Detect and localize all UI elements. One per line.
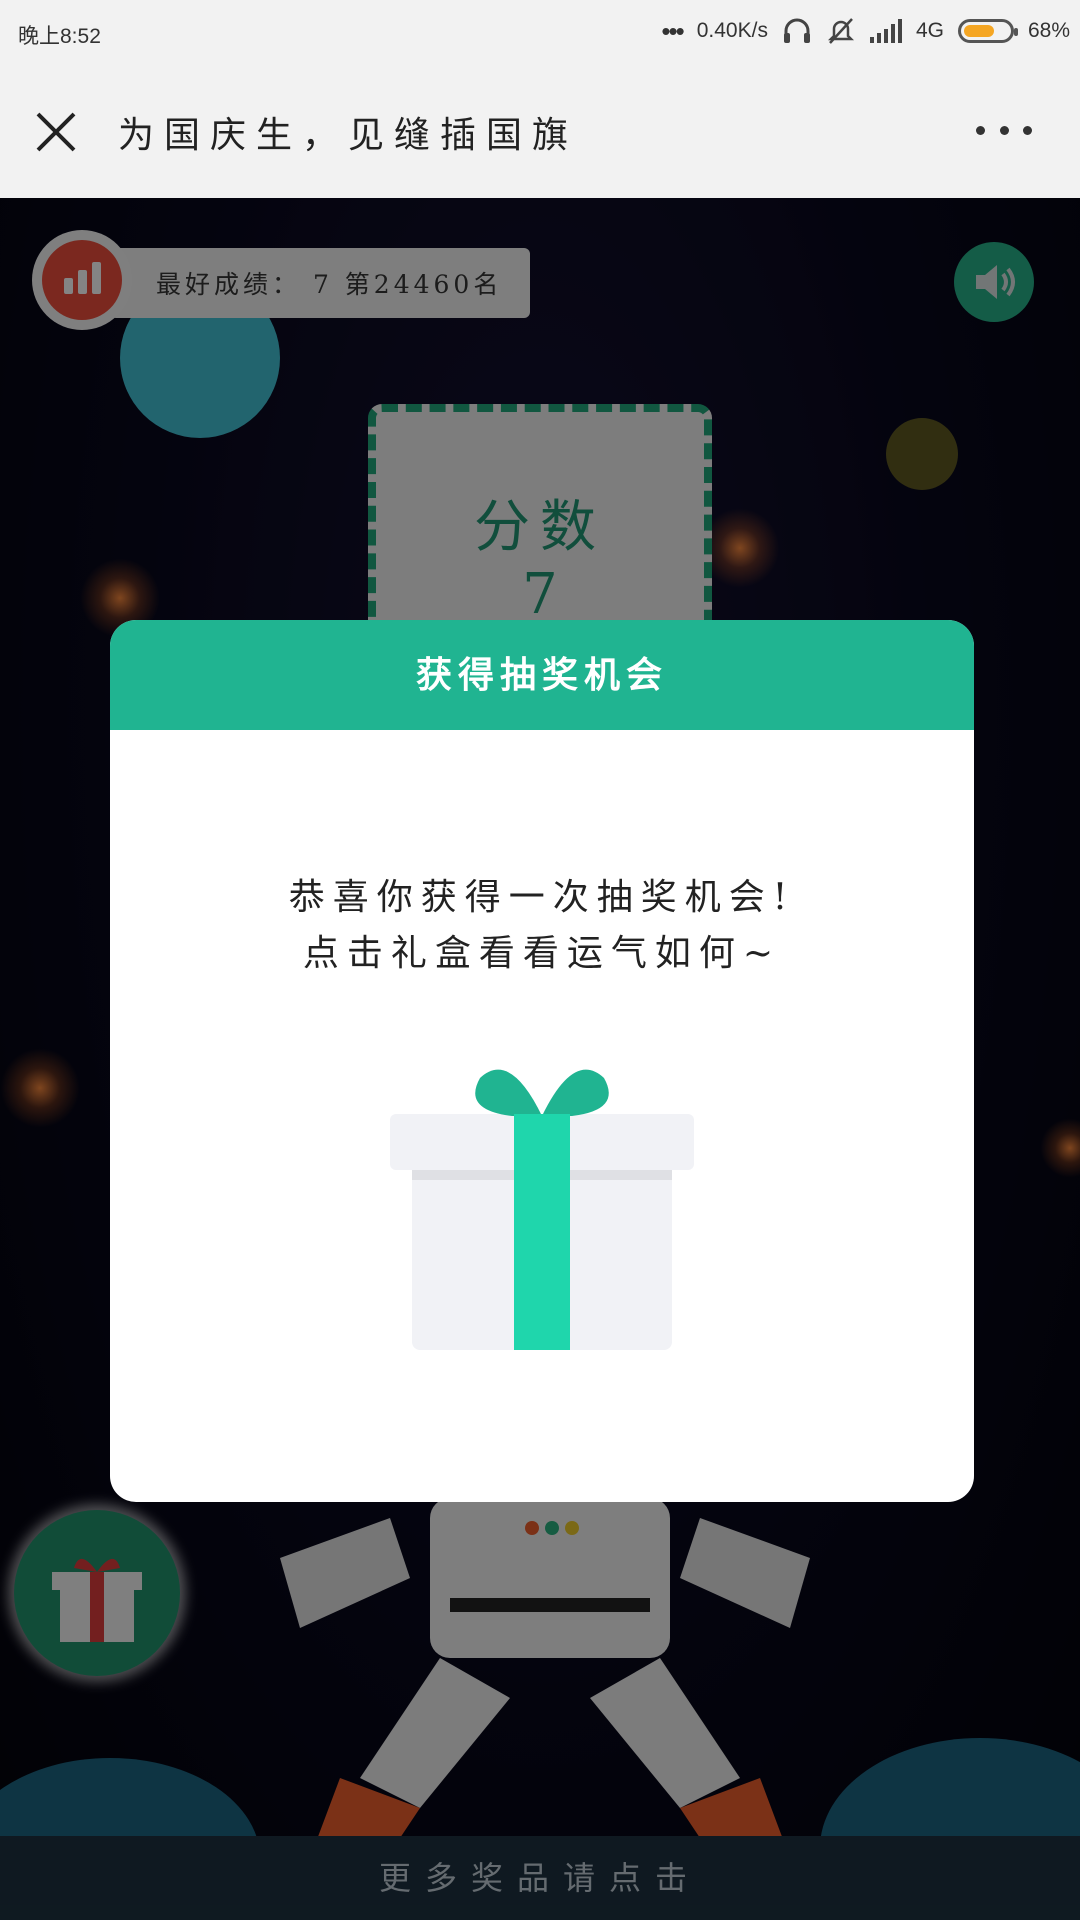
modal-message: 恭喜你获得一次抽奖机会! 点击礼盒看看运气如何~ (110, 870, 974, 982)
status-right: ••• 0.40K/s 4G 68% (661, 16, 1070, 46)
more-icon[interactable] (976, 120, 1032, 140)
page-title: 为国庆生，见缝插国旗 (118, 115, 579, 156)
headphones-icon (783, 18, 810, 43)
lottery-modal: 获得抽奖机会 恭喜你获得一次抽奖机会! 点击礼盒看看运气如何~ (110, 620, 974, 1502)
modal-message-line2: 点击礼盒看看运气如何~ (302, 933, 782, 974)
modal-message-line1: 恭喜你获得一次抽奖机会! (288, 877, 796, 918)
more-dots-icon: ••• (661, 16, 684, 46)
gift-box-icon[interactable] (390, 1050, 694, 1350)
mute-bell-icon (827, 18, 854, 44)
net-speed: 0.40K/s (696, 19, 768, 42)
battery-percent: 68% (1027, 19, 1070, 42)
modal-title: 获得抽奖机会 (110, 620, 974, 730)
signal-icon (869, 19, 902, 43)
status-time: 晚上8:52 (18, 25, 101, 48)
nav-header: 为国庆生，见缝插国旗 (0, 66, 1080, 198)
network-type: 4G (915, 19, 944, 42)
battery-icon (957, 19, 1018, 43)
close-icon[interactable] (34, 110, 78, 154)
status-bar: 晚上8:52 ••• 0.40K/s 4G 68% (0, 0, 1080, 66)
